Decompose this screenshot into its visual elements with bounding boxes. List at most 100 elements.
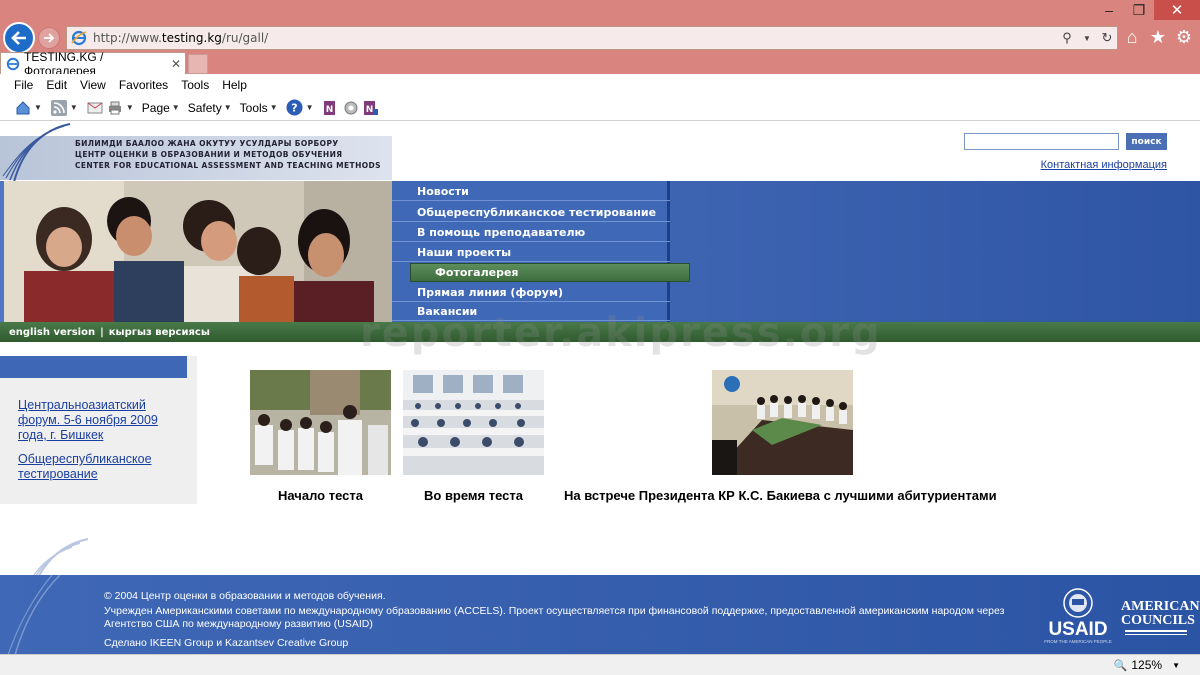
menu-help[interactable]: Help	[222, 78, 247, 92]
browser-title-bar: – ❐ ✕ http://www.testing.kg/ru/gall/ ⚲ ▼…	[0, 0, 1200, 54]
menu-favorites[interactable]: Favorites	[119, 78, 168, 92]
councils-line1: AMERICAN	[1121, 599, 1200, 614]
site-search-button[interactable]: поиск	[1126, 133, 1167, 150]
menu-bar: File Edit View Favorites Tools Help	[0, 74, 1200, 95]
home-icon[interactable]: ⌂	[1122, 26, 1142, 48]
footer-swoosh-lines-icon	[7, 575, 61, 655]
header-banner: Новости Общереспубликанское тестирование…	[0, 181, 1200, 322]
search-address-icon[interactable]: ⚲	[1057, 28, 1077, 48]
refresh-icon[interactable]: ↻	[1097, 28, 1117, 48]
forward-arrow-icon	[44, 33, 55, 43]
watermark-text: reporter.akipress.org	[360, 310, 882, 356]
site-footer: © 2004 Центр оценки в образовании и мето…	[0, 575, 1200, 655]
onenote-linked-icon[interactable]: N	[362, 99, 380, 117]
councils-rule	[1125, 630, 1187, 632]
site-logo[interactable]: БИЛИМДИ БААЛОО ЖАНА ОКУТУУ УСУЛДАРЫ БОРБ…	[0, 123, 392, 183]
usaid-tagline: FROM THE AMERICAN PEOPLE	[1044, 639, 1112, 644]
zoom-control[interactable]: 🔍 125% ▼	[1114, 658, 1180, 672]
site-search-input[interactable]	[964, 133, 1119, 150]
status-bar: 🔍 125% ▼	[0, 654, 1200, 675]
close-tab-icon[interactable]: ✕	[171, 57, 185, 71]
gallery-thumb-president[interactable]	[712, 370, 853, 475]
logo-swoosh-icon	[2, 123, 71, 183]
back-arrow-icon	[11, 31, 26, 45]
kyrgyz-version-link[interactable]: кыргыз версиясы	[109, 327, 210, 338]
url-prefix: http://www.	[93, 31, 162, 45]
help-icon[interactable]: ?	[286, 99, 304, 117]
svg-text:?: ?	[291, 102, 297, 115]
sidebar-link-forum-2009[interactable]: Центральноазиатский форум. 5-6 ноября 20…	[18, 398, 178, 443]
footer-credits: Сделано IKEEN Group и Kazantsev Creative…	[104, 637, 349, 649]
favorites-star-icon[interactable]: ★	[1148, 26, 1168, 48]
main-navigation: Новости Общереспубликанское тестирование…	[392, 181, 690, 322]
browser-tab[interactable]: TESTING.KG / Фотогалерея ✕	[0, 50, 186, 78]
print-dropdown-icon[interactable]: ▼	[126, 103, 134, 112]
page-menu[interactable]: Page	[142, 101, 170, 115]
help-dropdown-icon[interactable]: ▼	[306, 103, 314, 112]
nav-news[interactable]: Новости	[392, 182, 670, 201]
read-mail-icon[interactable]	[86, 99, 104, 117]
zoom-magnifier-icon: 🔍	[1113, 659, 1128, 672]
english-version-link[interactable]: english version	[9, 327, 95, 338]
rss-feed-icon[interactable]	[50, 99, 68, 117]
gallery-caption-start[interactable]: Начало теста	[250, 488, 391, 503]
footer-copyright: © 2004 Центр оценки в образовании и мето…	[104, 590, 386, 602]
url-path: /ru/gall/	[221, 31, 269, 45]
tools-menu[interactable]: Tools	[240, 101, 268, 115]
tab-ie-icon	[6, 57, 20, 70]
usaid-logo[interactable]: USAID FROM THE AMERICAN PEOPLE	[1042, 587, 1114, 647]
forward-button[interactable]	[38, 27, 60, 49]
page-dropdown-icon[interactable]: ▼	[172, 103, 180, 112]
settings-gear-icon[interactable]: ⚙	[1174, 26, 1194, 48]
url-domain: testing.kg	[161, 31, 222, 45]
tab-row: TESTING.KG / Фотогалерея ✕	[0, 50, 1200, 78]
logo-line-kyrgyz: БИЛИМДИ БААЛОО ЖАНА ОКУТУУ УСУЛДАРЫ БОРБ…	[75, 139, 339, 148]
browser-right-icons: ⌂ ★ ⚙	[1122, 26, 1194, 48]
menu-file[interactable]: File	[14, 78, 33, 92]
nav-our-projects[interactable]: Наши проекты	[392, 243, 670, 262]
menu-view[interactable]: View	[80, 78, 106, 92]
sidebar-link-national-testing[interactable]: Общереспубликанское тестирование	[18, 452, 178, 482]
gallery-thumb-during[interactable]	[403, 370, 544, 475]
feed-dropdown-icon[interactable]: ▼	[70, 103, 78, 112]
nav-national-testing[interactable]: Общереспубликанское тестирование	[392, 203, 670, 222]
svg-text:N: N	[365, 105, 373, 115]
address-bar[interactable]: http://www.testing.kg/ru/gall/ ⚲ ▼ ↻	[66, 26, 1118, 50]
menu-edit[interactable]: Edit	[46, 78, 67, 92]
maximize-button[interactable]: ❐	[1124, 0, 1154, 20]
gallery-caption-president[interactable]: На встрече Президента КР К.С. Бакиева с …	[564, 488, 997, 503]
command-bar: ▼ ▼ ▼ Page ▼ Safety ▼ Tools ▼ ? ▼ N N	[0, 95, 1200, 121]
usaid-label: USAID	[1048, 619, 1108, 640]
gear-addon-icon[interactable]	[342, 99, 360, 117]
gallery-caption-during[interactable]: Во время теста	[403, 488, 544, 503]
safety-dropdown-icon[interactable]: ▼	[224, 103, 232, 112]
zoom-level: 125%	[1131, 658, 1163, 672]
home-dropdown-icon[interactable]: ▼	[34, 103, 42, 112]
logo-line-english: CENTER FOR EDUCATIONAL ASSESSMENT AND TE…	[75, 161, 381, 170]
lang-separator: |	[100, 326, 104, 338]
address-dropdown-icon[interactable]: ▼	[1077, 28, 1097, 48]
councils-line2: COUNCILS	[1121, 613, 1195, 628]
gallery-thumb-start[interactable]	[250, 370, 391, 475]
nav-teacher-help[interactable]: В помощь преподавателю	[392, 223, 670, 242]
footer-founded: Учрежден Американскими советами по между…	[104, 605, 1005, 630]
tools-dropdown-icon[interactable]: ▼	[270, 103, 278, 112]
safety-menu[interactable]: Safety	[188, 101, 222, 115]
onenote-icon[interactable]: N	[322, 99, 340, 117]
menu-tools[interactable]: Tools	[181, 78, 209, 92]
close-window-button[interactable]: ✕	[1154, 0, 1200, 20]
left-sidebar: Центральноазиатский форум. 5-6 ноября 20…	[0, 356, 197, 504]
zoom-dropdown-icon[interactable]: ▼	[1172, 661, 1180, 670]
home-cmd-icon[interactable]	[14, 99, 32, 117]
nav-photo-gallery[interactable]: Фотогалерея	[410, 263, 690, 282]
american-councils-logo[interactable]: AMERICAN COUNCILS	[1121, 599, 1200, 640]
print-icon[interactable]	[106, 99, 124, 117]
minimize-button[interactable]: –	[1094, 0, 1124, 20]
new-tab-button[interactable]	[188, 54, 208, 74]
banner-photo	[4, 181, 392, 322]
url-text[interactable]: http://www.testing.kg/ru/gall/	[93, 31, 1057, 45]
web-page: БИЛИМДИ БААЛОО ЖАНА ОКУТУУ УСУЛДАРЫ БОРБ…	[0, 122, 1200, 655]
logo-line-russian: ЦЕНТР ОЦЕНКИ В ОБРАЗОВАНИИ И МЕТОДОВ ОБУ…	[75, 150, 343, 159]
nav-forum[interactable]: Прямая линия (форум)	[392, 283, 670, 302]
contact-info-link[interactable]: Контактная информация	[1041, 159, 1167, 171]
